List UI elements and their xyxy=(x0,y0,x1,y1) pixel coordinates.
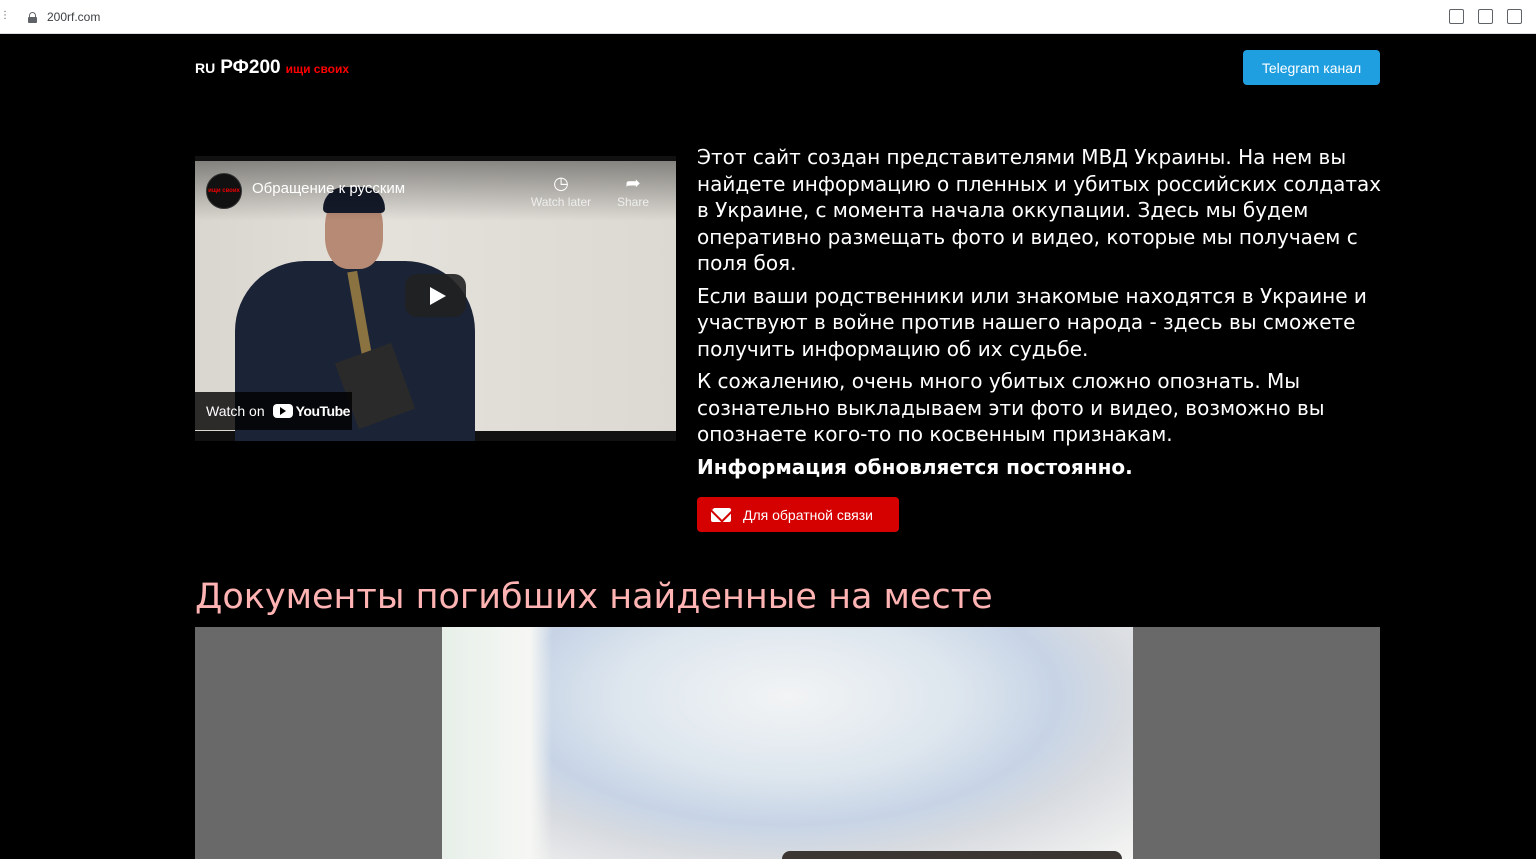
browser-toolbar: ⋮ 200rf.com xyxy=(0,0,1536,34)
logo-tagline: ищи своих xyxy=(285,62,350,76)
watch-later-button[interactable]: ◷ Watch later xyxy=(526,171,596,209)
mail-icon xyxy=(711,507,731,522)
share-arrow-icon: ➦ xyxy=(625,173,641,193)
watch-on-label: Watch on xyxy=(206,403,265,419)
main-content: ищи своих Обращение к русским ◷ Watch la… xyxy=(0,101,1536,859)
browser-actions xyxy=(1449,9,1522,24)
feedback-button[interactable]: Для обратной связи xyxy=(697,497,899,532)
watch-on-youtube-button[interactable]: Watch on YouTube xyxy=(195,392,352,430)
window-edge-icon: ⋮ xyxy=(0,10,10,21)
share-button[interactable]: ➦ Share xyxy=(598,171,668,209)
install-icon[interactable] xyxy=(1449,9,1464,24)
site-header: RU РФ200 ищи своих Telegram канал xyxy=(0,35,1536,101)
telegram-channel-button[interactable]: Telegram канал xyxy=(1243,50,1380,85)
share-label: Share xyxy=(616,195,650,209)
logo-language: RU xyxy=(195,60,216,76)
youtube-logo: YouTube xyxy=(272,403,351,419)
url-text[interactable]: 200rf.com xyxy=(47,10,100,24)
clock-icon: ◷ xyxy=(553,173,569,193)
youtube-play-icon xyxy=(272,404,293,418)
site-logo[interactable]: RU РФ200 ищи своих xyxy=(195,57,349,79)
lock-icon[interactable] xyxy=(28,11,37,23)
intro-paragraph-2: Если ваши родственники или знакомые нахо… xyxy=(697,283,1367,361)
intro-paragraph-3: К сожалению, очень много убитых сложно о… xyxy=(697,369,1325,446)
translate-icon[interactable] xyxy=(1478,9,1493,24)
play-icon xyxy=(429,286,446,305)
video-title[interactable]: Обращение к русским xyxy=(252,180,405,197)
documents-section-title: Документы погибших найденные на месте xyxy=(195,577,993,617)
play-button[interactable] xyxy=(405,274,466,317)
watch-later-label: Watch later xyxy=(530,195,592,209)
share-icon[interactable] xyxy=(1507,9,1522,24)
intro-text: Этот сайт создан представителями МВД Укр… xyxy=(697,144,1387,486)
youtube-video-embed[interactable]: ищи своих Обращение к русским ◷ Watch la… xyxy=(195,156,676,441)
channel-avatar[interactable]: ищи своих xyxy=(206,173,242,209)
video-top-overlay: ищи своих Обращение к русским ◷ Watch la… xyxy=(195,161,676,221)
address-bar[interactable]: 200rf.com xyxy=(14,4,1456,30)
intro-update-note: Информация обновляется постоянно. xyxy=(697,454,1133,479)
youtube-wordmark: YouTube xyxy=(295,403,351,419)
intro-paragraph-1: Этот сайт создан представителями МВД Укр… xyxy=(697,145,1382,275)
logo-name: РФ200 xyxy=(220,57,281,78)
documents-gallery[interactable] xyxy=(195,627,1380,859)
feedback-button-label: Для обратной связи xyxy=(743,506,873,523)
document-photo[interactable] xyxy=(442,627,1133,859)
